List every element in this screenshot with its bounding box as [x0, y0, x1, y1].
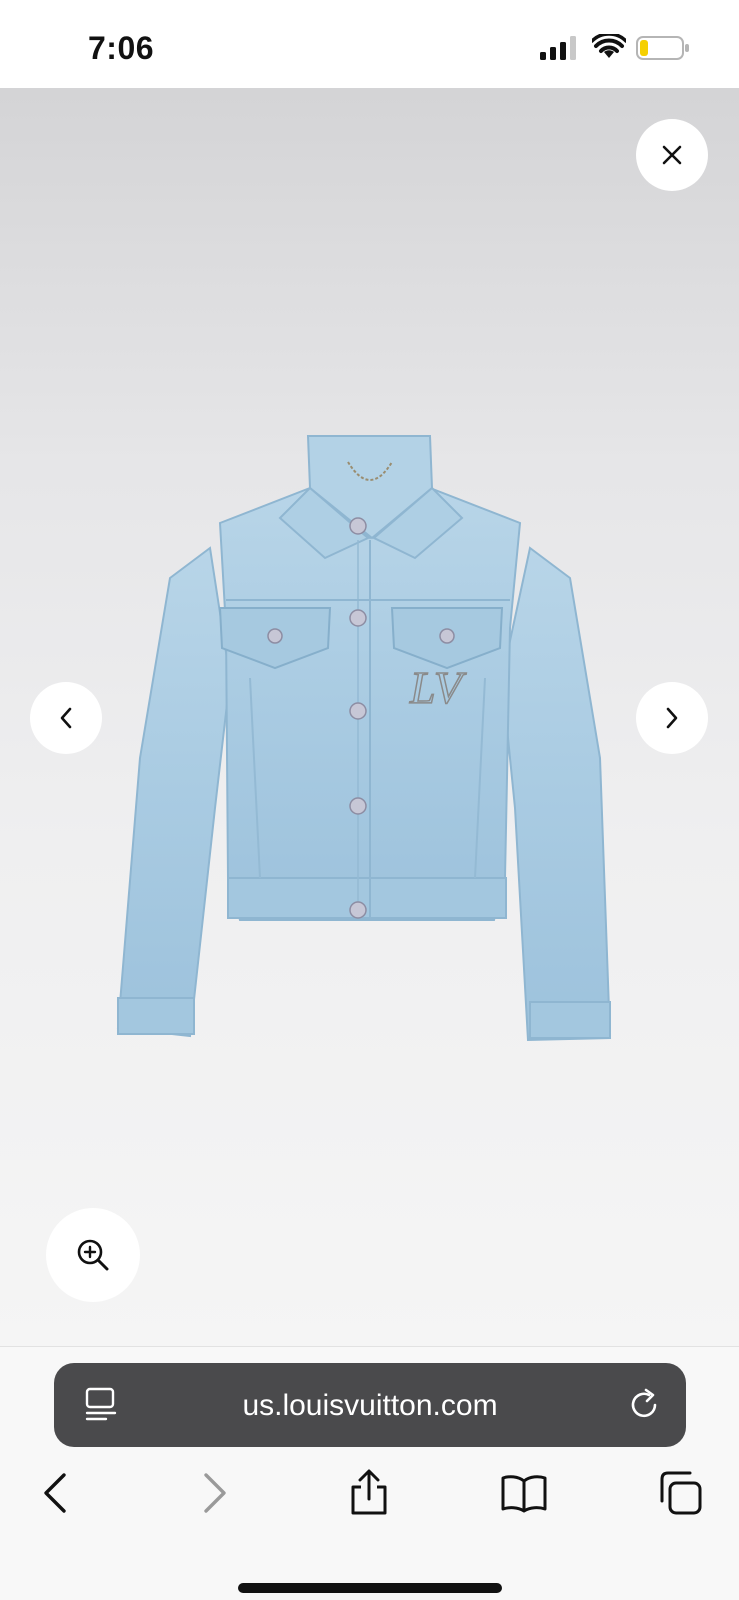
zoom-in-button[interactable]: [46, 1208, 140, 1302]
tabs-icon[interactable]: [656, 1469, 704, 1517]
next-image-button[interactable]: [636, 682, 708, 754]
cellular-signal-icon: [540, 36, 576, 60]
status-bar: 7:06: [0, 0, 739, 88]
browser-toolbar: us.louisvuitton.com: [0, 1346, 739, 1600]
share-icon[interactable]: [345, 1469, 393, 1517]
back-arrow-icon[interactable]: [32, 1469, 80, 1517]
chevron-left-icon: [60, 707, 72, 729]
forward-arrow-icon[interactable]: [190, 1469, 238, 1517]
close-icon: [662, 145, 682, 165]
close-button[interactable]: [636, 119, 708, 191]
previous-image-button[interactable]: [30, 682, 102, 754]
url-text[interactable]: us.louisvuitton.com: [54, 1389, 686, 1423]
reload-icon[interactable]: [626, 1387, 662, 1423]
wifi-icon: [592, 34, 626, 58]
home-indicator: [238, 1583, 502, 1593]
chevron-right-icon: [666, 707, 678, 729]
address-bar[interactable]: us.louisvuitton.com: [54, 1363, 686, 1447]
zoom-in-icon: [77, 1239, 109, 1271]
battery-icon: [636, 36, 689, 60]
status-time: 7:06: [88, 30, 155, 66]
svg-text:LV: LV: [409, 662, 467, 713]
bookmarks-icon[interactable]: [500, 1469, 548, 1517]
denim-jacket-image[interactable]: LV: [110, 428, 630, 1148]
product-image-viewer[interactable]: LV: [0, 88, 739, 1346]
